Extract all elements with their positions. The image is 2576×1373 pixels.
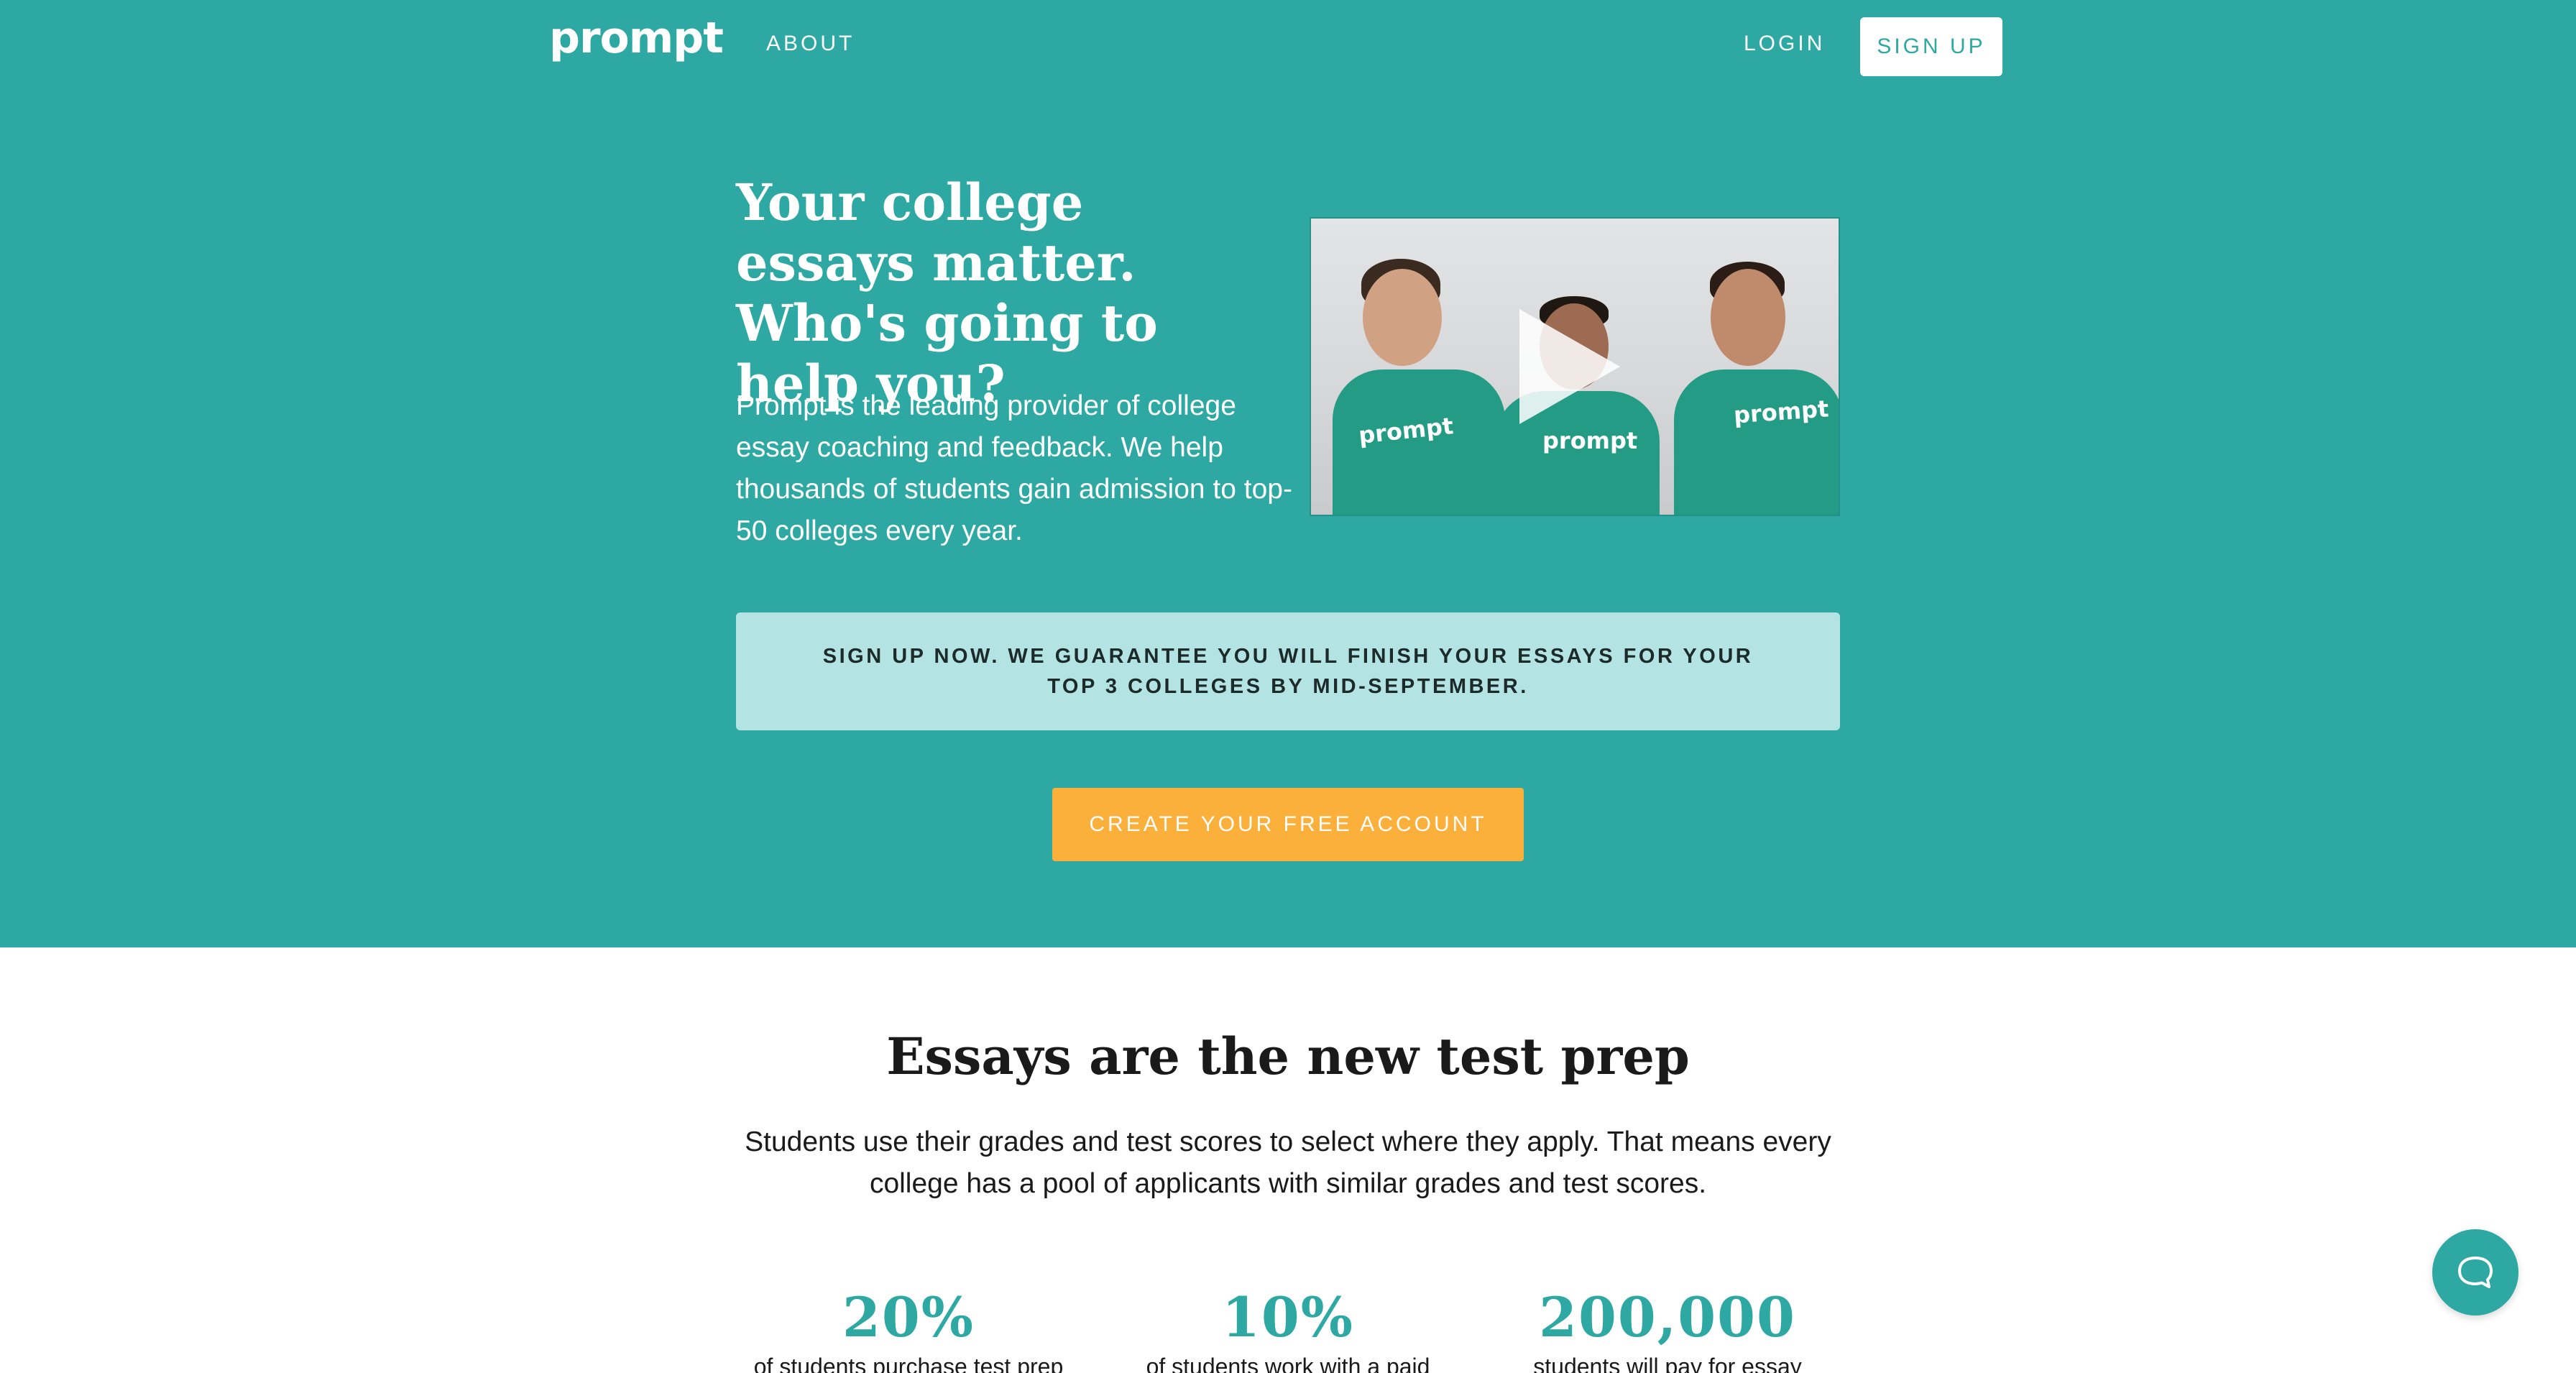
hero-description: Prompt is the leading provider of colleg… <box>736 390 1292 546</box>
hero-section: prompt ABOUT LOGIN SIGN UP Your college … <box>0 0 2576 947</box>
nav-signup-button[interactable]: SIGN UP <box>1860 17 2002 76</box>
chat-bubble-button[interactable] <box>2432 1229 2518 1315</box>
hero-title: Your college essays matter. Who's going … <box>736 173 1158 413</box>
guarantee-banner: SIGN UP NOW. WE GUARANTEE YOU WILL FINIS… <box>736 612 1840 730</box>
nav-login-link[interactable]: LOGIN <box>1744 32 1825 56</box>
shirt-logo: prompt <box>1542 427 1638 454</box>
logo[interactable]: prompt <box>549 13 724 63</box>
stat-value: 10% <box>1222 1285 1354 1349</box>
stat-label: of students purchase test prep <box>753 1354 1064 1373</box>
section-description: Students use their grades and test score… <box>745 1126 1831 1199</box>
stat-item: 200,000 students will pay for essay <box>1466 1285 1869 1373</box>
hero-video[interactable]: prompt prompt prompt <box>1310 217 1840 516</box>
stat-item: 10% of students work with a paid <box>1087 1285 1489 1373</box>
guarantee-text: SIGN UP NOW. WE GUARANTEE YOU WILL FINIS… <box>822 645 1754 698</box>
play-icon[interactable] <box>1519 309 1620 424</box>
stat-value: 200,000 <box>1539 1285 1796 1349</box>
stat-label: of students work with a paid <box>1146 1354 1430 1373</box>
nav-about-link[interactable]: ABOUT <box>766 32 855 56</box>
chat-bubble-icon <box>2458 1257 2493 1288</box>
section-title: Essays are the new test prep <box>886 1027 1690 1086</box>
stat-value: 20% <box>842 1285 975 1349</box>
create-account-button[interactable]: CREATE YOUR FREE ACCOUNT <box>1052 788 1524 861</box>
stat-label: students will pay for essay <box>1533 1354 1802 1373</box>
stat-item: 20% of students purchase test prep <box>707 1285 1110 1373</box>
